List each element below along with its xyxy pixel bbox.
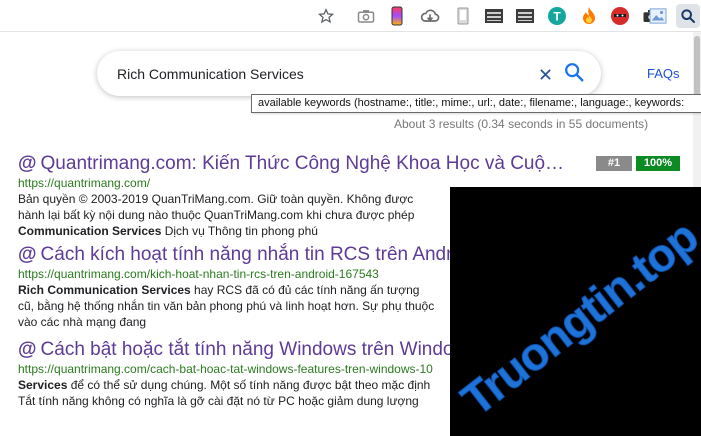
close-icon xyxy=(539,68,551,80)
watermark-overlay: Truongtin.top xyxy=(450,187,701,436)
snippet-highlight: Rich Communication Services xyxy=(18,283,191,297)
svg-text:T: T xyxy=(553,10,561,24)
result-title: Cách kích hoạt tính năng nhắn tin RCS tr… xyxy=(40,244,478,265)
clear-search-button[interactable] xyxy=(535,64,555,84)
search-icon[interactable] xyxy=(676,4,700,28)
snippet-text: để có thể sử dụng chúng. Một số tính năn… xyxy=(67,378,431,392)
result-title: Quantrimang.com: Kiến Thức Công Nghệ Kho… xyxy=(40,153,565,174)
fire-icon[interactable] xyxy=(578,5,600,27)
search-button[interactable] xyxy=(563,61,587,85)
search-icon xyxy=(565,63,584,82)
star-icon[interactable] xyxy=(315,5,337,27)
search-box xyxy=(97,51,601,96)
phone-gradient-icon[interactable] xyxy=(386,5,408,27)
result-stats: About 3 results (0.34 seconds in 55 docu… xyxy=(394,117,649,131)
image-icon[interactable] xyxy=(647,5,669,27)
score-badge: 100% xyxy=(636,156,680,171)
result-marker: @ xyxy=(18,153,37,174)
result-title: Cách bật hoặc tắt tính năng Windows trên… xyxy=(40,339,504,360)
result-marker: @ xyxy=(18,244,37,265)
result-marker: @ xyxy=(18,339,37,360)
snippet-highlight: Communication Services xyxy=(18,224,162,238)
cloud-download-icon[interactable] xyxy=(419,5,441,27)
snippet-text: Dịch vụ Thông tin phong phú xyxy=(161,224,318,238)
tablet-icon[interactable] xyxy=(452,5,474,27)
keywords-tooltip: available keywords (hostname:, title:, m… xyxy=(251,94,701,113)
camera-icon[interactable] xyxy=(355,5,377,27)
faqs-link[interactable]: FAQs xyxy=(647,66,680,81)
browser-toolbar: T xyxy=(0,0,701,32)
search-input[interactable] xyxy=(117,63,527,85)
keyboard-icon[interactable] xyxy=(514,5,536,27)
red-ninja-icon[interactable] xyxy=(609,5,631,27)
snippet-text: hay RCS đã có đủ các tính năng ấn tượng xyxy=(190,283,420,297)
snippet-highlight: Services xyxy=(18,378,68,392)
rank-badge: #1 xyxy=(596,156,632,171)
watermark-logo: Truongtin.top xyxy=(451,210,701,426)
scrollbar-thumb[interactable] xyxy=(694,36,700,96)
teal-t-icon[interactable]: T xyxy=(546,5,568,27)
keyboard-icon[interactable] xyxy=(483,5,505,27)
result-title-link[interactable]: @ Quantrimang.com: Kiến Thức Công Nghệ Kh… xyxy=(18,152,588,176)
